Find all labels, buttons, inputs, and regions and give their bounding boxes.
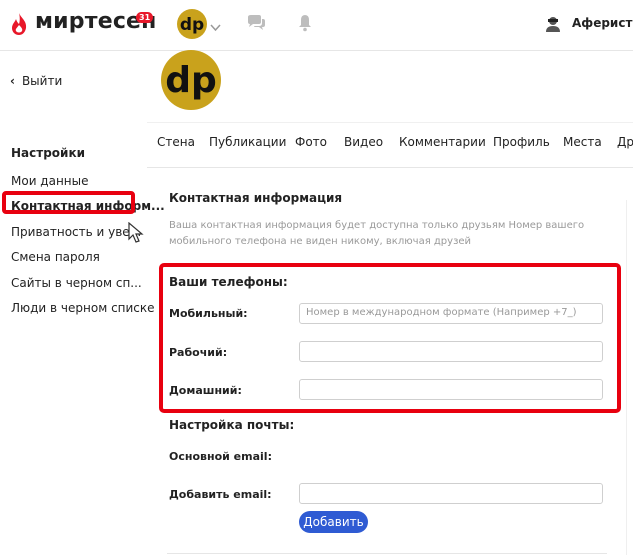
settings-title: Настройки <box>11 146 86 160</box>
notification-badge: 31 <box>136 12 154 23</box>
primary-email-label: Основной email: <box>169 450 272 463</box>
sidebar-item-change-password[interactable]: Смена пароля <box>11 250 100 264</box>
sidebar-item-blocked-people[interactable]: Люди в черном списке <box>11 301 155 315</box>
add-email-input[interactable] <box>299 483 603 504</box>
tab-wall[interactable]: Стена <box>157 135 195 149</box>
tab-video[interactable]: Видео <box>344 135 383 149</box>
content-divider <box>626 200 627 555</box>
logout-label: Выйти <box>21 74 63 88</box>
add-email-button[interactable]: Добавить <box>299 511 368 533</box>
sidebar-item-blocked-sites[interactable]: Сайты в черном сп... <box>11 276 142 290</box>
tab-profile[interactable]: Профиль <box>493 135 550 149</box>
group-avatar-large[interactable]: dp <box>161 50 221 110</box>
tab-photo[interactable]: Фото <box>295 135 327 149</box>
tab-publications[interactable]: Публикации <box>209 135 286 149</box>
chat-icon[interactable] <box>246 14 266 36</box>
chevron-left-icon: ‹ <box>10 74 15 88</box>
section-title: Контактная информация <box>169 191 343 205</box>
user-avatar-icon[interactable] <box>544 15 562 37</box>
user-name[interactable]: Аферисты н <box>572 16 633 30</box>
svg-text:dp: dp <box>165 60 217 101</box>
group-avatar-small[interactable]: dp <box>177 9 207 39</box>
flame-logo-icon[interactable] <box>10 12 28 40</box>
add-email-label: Добавить email: <box>169 488 272 501</box>
sidebar-item-my-data[interactable]: Мои данные <box>11 174 89 188</box>
bottom-divider <box>167 553 607 554</box>
mouse-cursor-icon <box>128 221 144 248</box>
tab-comments[interactable]: Комментарии <box>399 135 486 149</box>
tab-friends[interactable]: Дру <box>617 135 633 149</box>
bell-icon[interactable] <box>297 14 313 36</box>
svg-text:dp: dp <box>180 15 204 35</box>
sidebar-item-privacy[interactable]: Приватность и уве... <box>11 225 141 239</box>
logout-link[interactable]: ‹ Выйти <box>10 74 62 88</box>
highlight-box-phones <box>159 263 621 413</box>
highlight-box-sidebar <box>2 191 135 214</box>
tab-places[interactable]: Места <box>563 135 602 149</box>
chevron-down-icon[interactable] <box>210 17 221 36</box>
section-description: Ваша контактная информация будет доступн… <box>169 220 585 247</box>
mail-settings-title: Настройка почты: <box>169 418 295 432</box>
